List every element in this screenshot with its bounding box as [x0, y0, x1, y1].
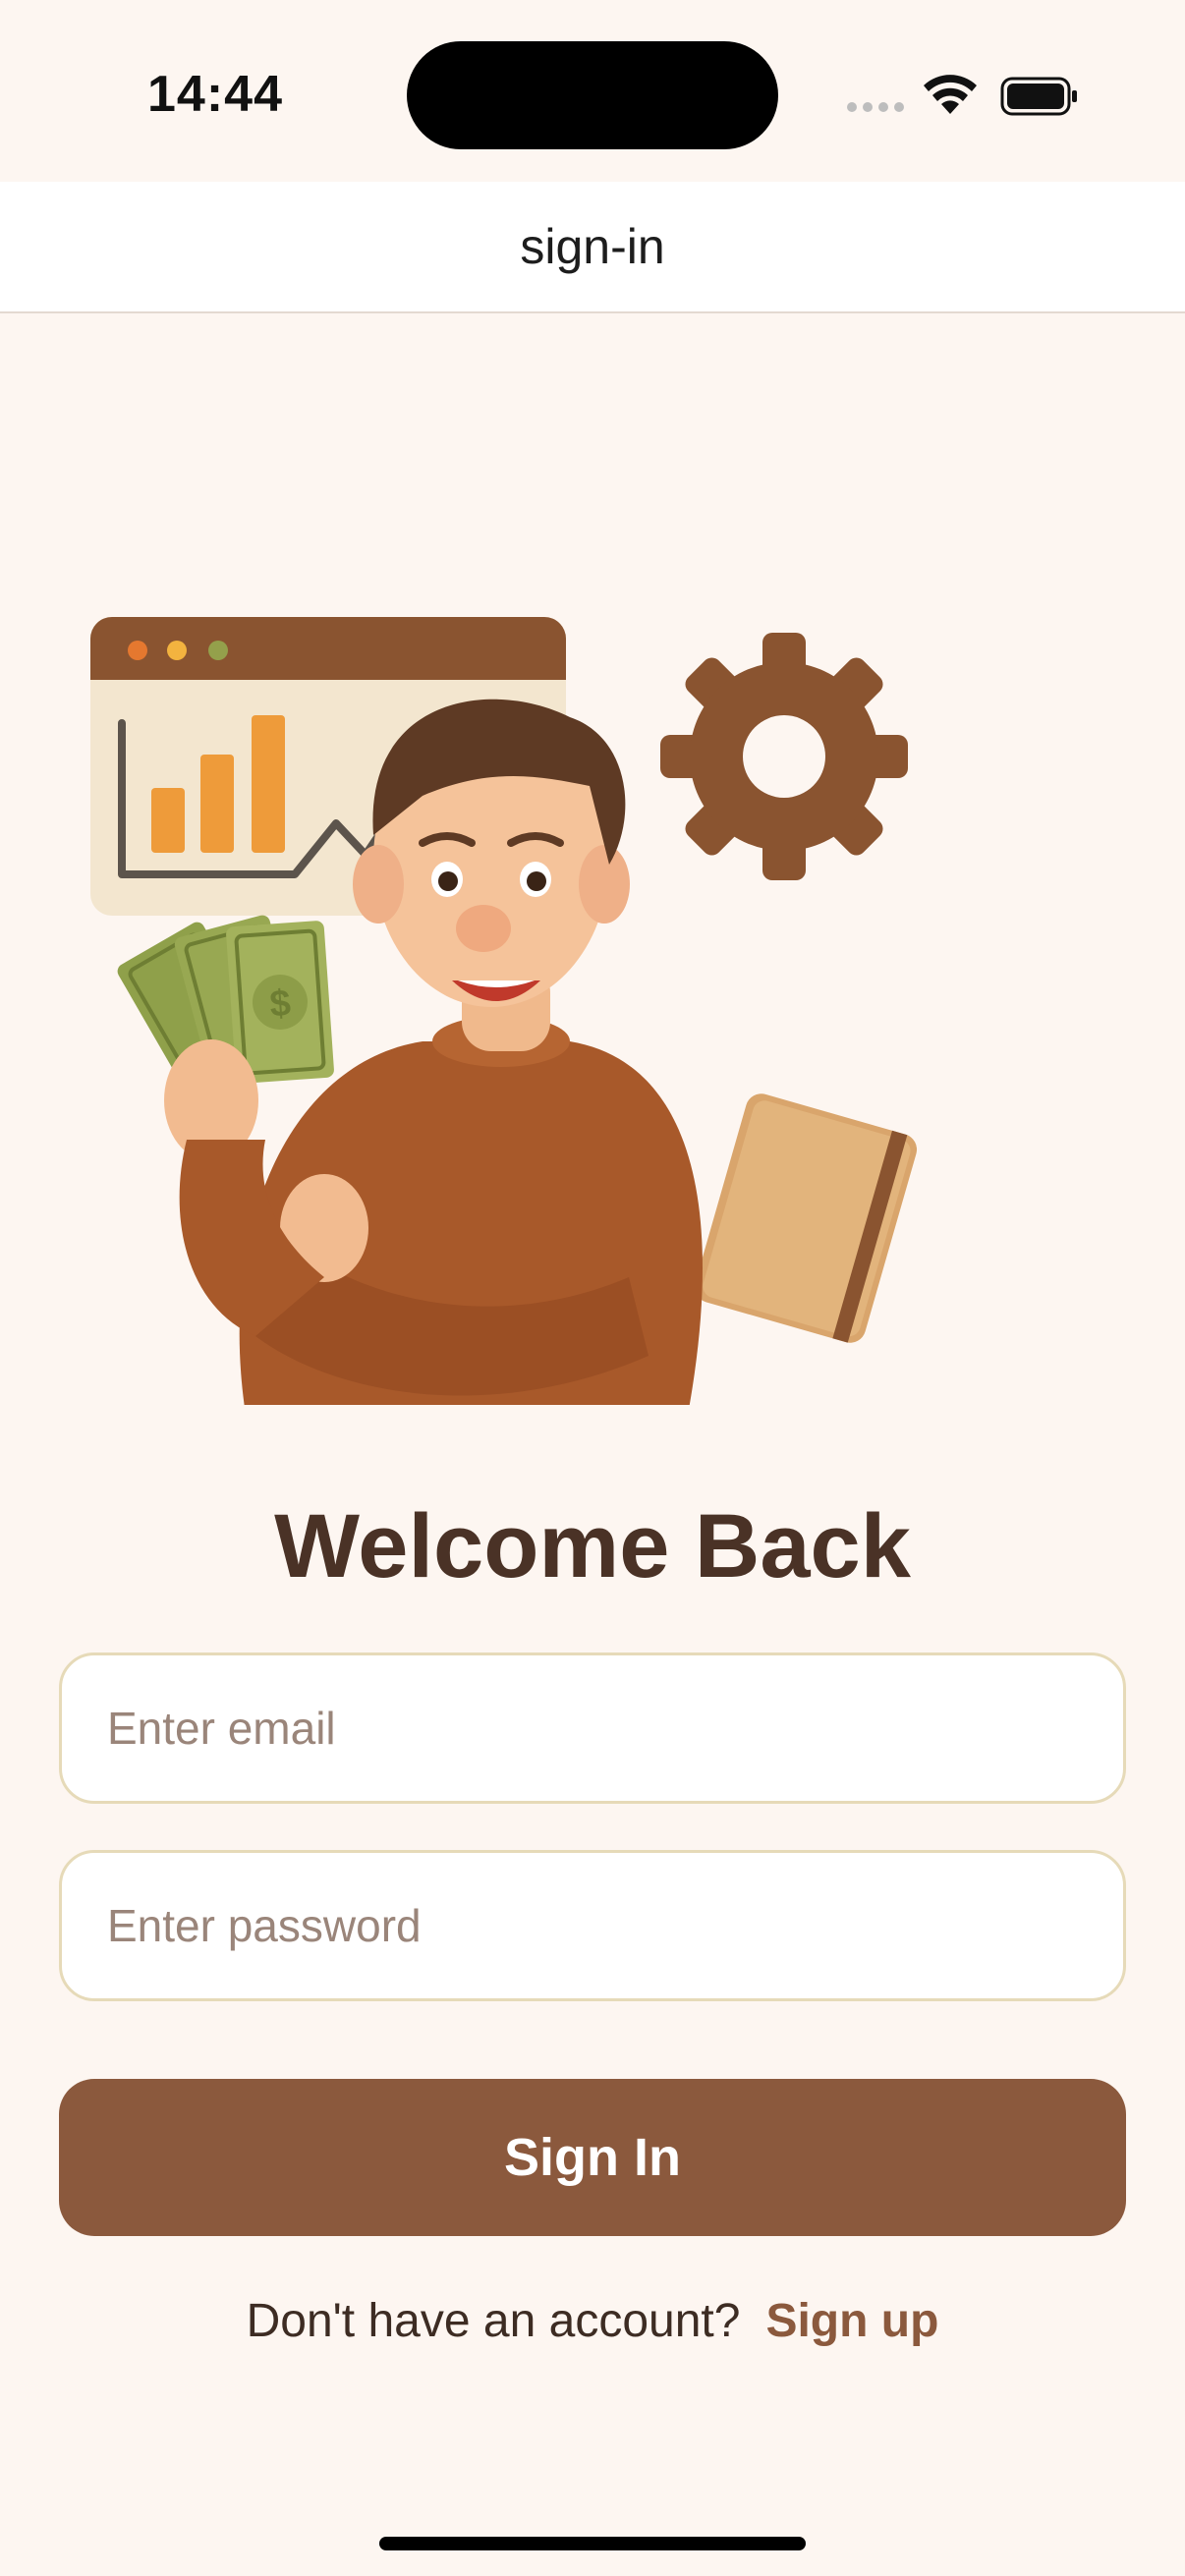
gear-icon [660, 633, 908, 880]
email-field[interactable] [59, 1652, 1126, 1804]
svg-text:$: $ [268, 982, 292, 1025]
wifi-icon [924, 75, 977, 114]
navigation-bar: sign-in [0, 182, 1185, 313]
notebook-icon [694, 1093, 918, 1343]
dynamic-island [407, 41, 778, 149]
status-bar: 14:44 [0, 0, 1185, 182]
hero-illustration: $ [90, 617, 918, 1405]
cellular-signal-icon [847, 102, 904, 112]
nav-title: sign-in [520, 219, 665, 274]
status-time: 14:44 [147, 66, 283, 123]
signup-prompt: Don't have an account? [246, 2295, 741, 2347]
sign-up-link[interactable]: Sign up [765, 2294, 938, 2348]
home-indicator[interactable] [379, 2537, 806, 2550]
signup-row: Don't have an account? Sign up [0, 2294, 1185, 2348]
welcome-title: Welcome Back [274, 1496, 911, 1596]
battery-icon [1000, 77, 1077, 116]
sign-in-button[interactable]: Sign In [59, 2079, 1126, 2236]
password-field[interactable] [59, 1850, 1126, 2001]
